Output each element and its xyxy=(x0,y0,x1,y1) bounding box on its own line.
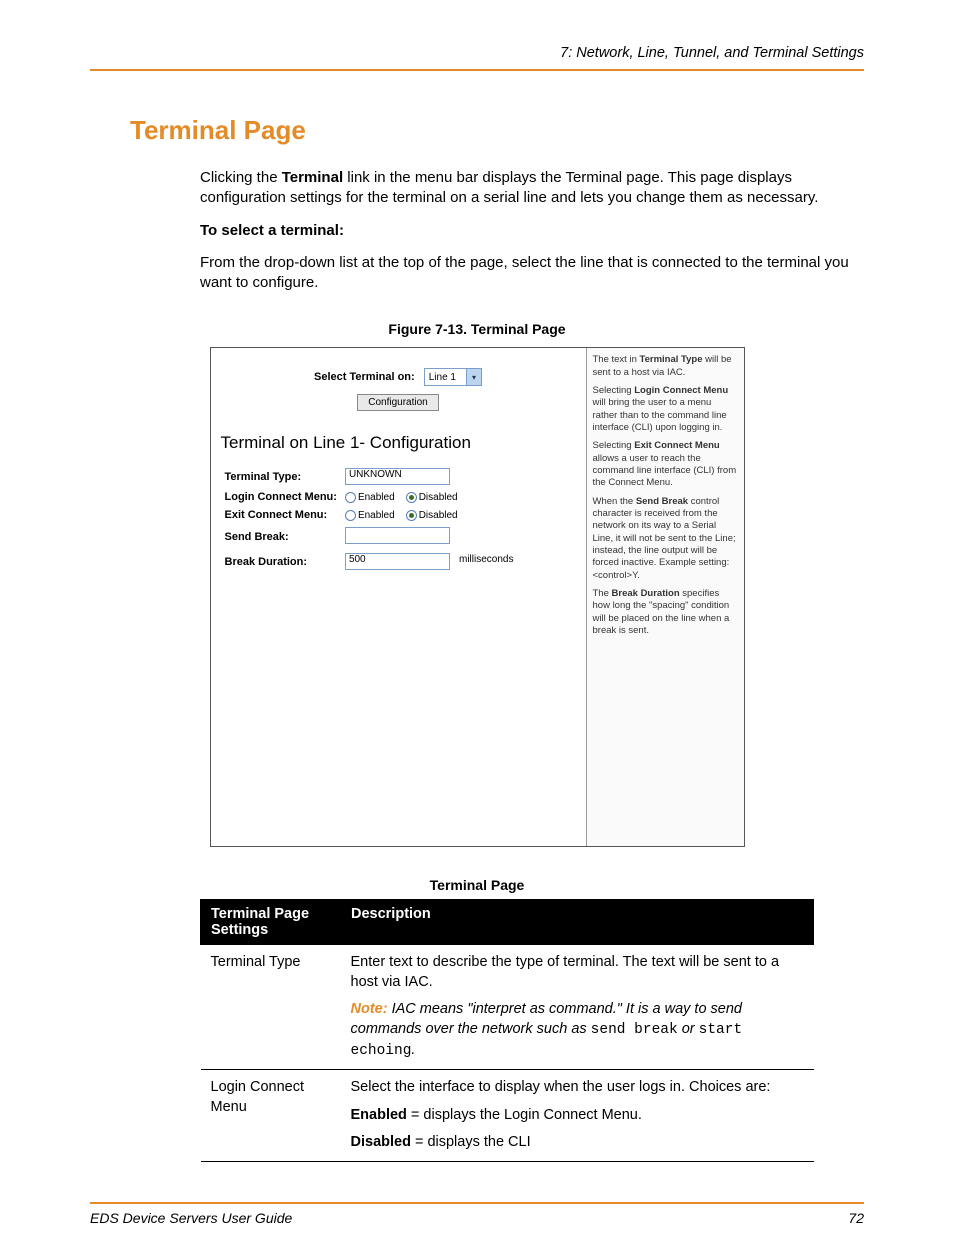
note-label: Note: xyxy=(351,1001,388,1017)
line-select[interactable]: Line 1 ▾ xyxy=(424,368,482,386)
intro-paragraph: Clicking the Terminal link in the menu b… xyxy=(200,168,854,209)
row-login-connect-name: Login Connect Menu xyxy=(201,1070,341,1162)
login-disabled-text: Disabled xyxy=(419,492,458,503)
figure-caption: Figure 7-13. Terminal Page xyxy=(90,321,864,337)
figure-section-title: Terminal on Line 1- Configuration xyxy=(221,433,576,453)
select-terminal-label: Select Terminal on: xyxy=(314,371,415,383)
login-connect-label: Login Connect Menu: xyxy=(221,488,341,506)
login-disabled-radio[interactable] xyxy=(406,492,417,503)
exit-enabled-text: Enabled xyxy=(358,510,395,521)
terminal-type-input[interactable]: UNKNOWN xyxy=(345,468,450,485)
exit-disabled-text: Disabled xyxy=(419,510,458,521)
header-rule xyxy=(90,69,864,71)
th-settings: Terminal Page Settings xyxy=(201,900,341,945)
terminal-type-label: Terminal Type: xyxy=(221,465,341,488)
config-form: Terminal Type: UNKNOWN Login Connect Men… xyxy=(221,465,576,573)
login-enabled-radio[interactable] xyxy=(345,492,356,503)
page-title: Terminal Page xyxy=(130,115,864,146)
select-body: From the drop-down list at the top of th… xyxy=(200,253,854,294)
footer-page-number: 72 xyxy=(848,1210,864,1226)
line-select-value: Line 1 xyxy=(425,372,466,383)
exit-disabled-radio[interactable] xyxy=(406,510,417,521)
running-head: 7: Network, Line, Tunnel, and Terminal S… xyxy=(90,45,864,67)
table-caption: Terminal Page xyxy=(90,877,864,893)
figure-terminal-page: Select Terminal on: Line 1 ▾ Configurati… xyxy=(210,347,745,847)
configuration-button[interactable]: Configuration xyxy=(357,394,438,411)
chevron-down-icon: ▾ xyxy=(466,369,481,385)
login-enabled-text: Enabled xyxy=(358,492,395,503)
page-footer: EDS Device Servers User Guide 72 xyxy=(90,1202,864,1226)
send-break-input[interactable] xyxy=(345,527,450,544)
footer-left: EDS Device Servers User Guide xyxy=(90,1210,292,1226)
intro-bold: Terminal xyxy=(282,169,343,186)
exit-enabled-radio[interactable] xyxy=(345,510,356,521)
break-duration-input[interactable]: 500 xyxy=(345,553,450,570)
th-description: Description xyxy=(341,900,814,945)
row-terminal-type-name: Terminal Type xyxy=(201,945,341,1070)
settings-table: Terminal Page Settings Description Termi… xyxy=(200,899,814,1162)
figure-help-pane: The text in Terminal Type will be sent t… xyxy=(586,348,744,846)
send-break-label: Send Break: xyxy=(221,524,341,550)
break-duration-label: Break Duration: xyxy=(221,550,341,573)
row-terminal-type-desc: Enter text to describe the type of termi… xyxy=(341,945,814,1070)
break-duration-units: milliseconds xyxy=(459,554,513,565)
exit-connect-label: Exit Connect Menu: xyxy=(221,506,341,524)
row-login-connect-desc: Select the interface to display when the… xyxy=(341,1070,814,1162)
select-heading: To select a terminal: xyxy=(200,221,854,241)
